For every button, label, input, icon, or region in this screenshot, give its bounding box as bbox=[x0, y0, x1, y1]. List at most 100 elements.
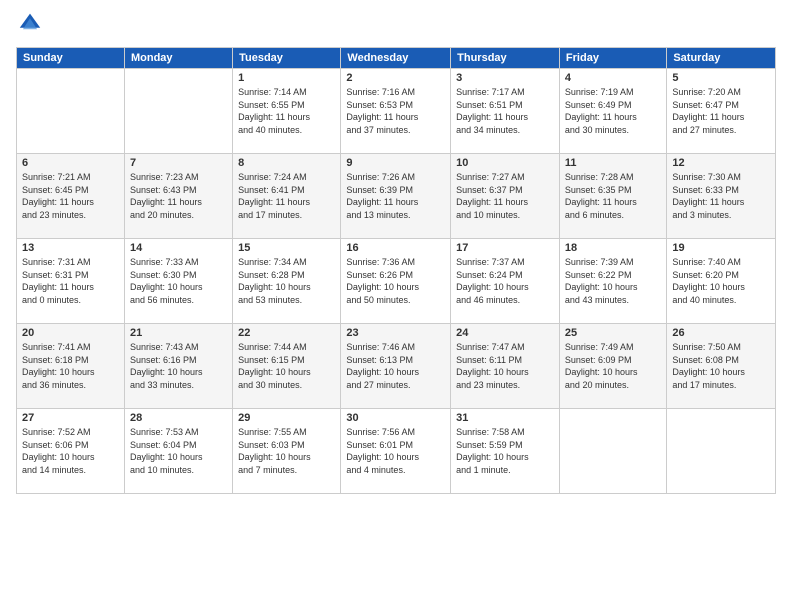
day-number: 11 bbox=[565, 157, 661, 169]
day-info: Sunrise: 7:52 AM Sunset: 6:06 PM Dayligh… bbox=[22, 426, 119, 476]
weekday-header-sunday: Sunday bbox=[17, 48, 125, 69]
calendar-row-0: 1 Sunrise: 7:14 AM Sunset: 6:55 PM Daylig… bbox=[17, 69, 776, 154]
day-info: Sunrise: 7:28 AM Sunset: 6:35 PM Dayligh… bbox=[565, 171, 661, 221]
day-info: Sunrise: 7:56 AM Sunset: 6:01 PM Dayligh… bbox=[346, 426, 445, 476]
calendar-cell: 4 Sunrise: 7:19 AM Sunset: 6:49 PM Daylig… bbox=[559, 69, 666, 154]
day-info: Sunrise: 7:16 AM Sunset: 6:53 PM Dayligh… bbox=[346, 86, 445, 136]
day-info: Sunrise: 7:41 AM Sunset: 6:18 PM Dayligh… bbox=[22, 341, 119, 391]
day-number: 16 bbox=[346, 242, 445, 254]
day-number: 25 bbox=[565, 327, 661, 339]
day-number: 10 bbox=[456, 157, 554, 169]
calendar-cell: 8 Sunrise: 7:24 AM Sunset: 6:41 PM Daylig… bbox=[233, 154, 341, 239]
calendar-cell: 15 Sunrise: 7:34 AM Sunset: 6:28 PM Dayli… bbox=[233, 239, 341, 324]
logo-icon bbox=[18, 12, 42, 34]
day-number: 31 bbox=[456, 412, 554, 424]
calendar-cell: 2 Sunrise: 7:16 AM Sunset: 6:53 PM Daylig… bbox=[341, 69, 451, 154]
calendar-cell bbox=[17, 69, 125, 154]
weekday-header-friday: Friday bbox=[559, 48, 666, 69]
calendar-cell bbox=[667, 409, 776, 494]
day-number: 6 bbox=[22, 157, 119, 169]
day-info: Sunrise: 7:27 AM Sunset: 6:37 PM Dayligh… bbox=[456, 171, 554, 221]
day-info: Sunrise: 7:49 AM Sunset: 6:09 PM Dayligh… bbox=[565, 341, 661, 391]
weekday-header-monday: Monday bbox=[124, 48, 232, 69]
calendar-cell: 6Sunrise: 7:21 AM Sunset: 6:45 PM Daylig… bbox=[17, 154, 125, 239]
calendar-cell: 11 Sunrise: 7:28 AM Sunset: 6:35 PM Dayli… bbox=[559, 154, 666, 239]
day-number: 24 bbox=[456, 327, 554, 339]
day-info: Sunrise: 7:14 AM Sunset: 6:55 PM Dayligh… bbox=[238, 86, 335, 136]
header bbox=[16, 12, 776, 39]
day-number: 14 bbox=[130, 242, 227, 254]
calendar-cell: 9 Sunrise: 7:26 AM Sunset: 6:39 PM Daylig… bbox=[341, 154, 451, 239]
day-number: 1 bbox=[238, 72, 335, 84]
calendar-cell: 26Sunrise: 7:50 AM Sunset: 6:08 PM Dayli… bbox=[667, 324, 776, 409]
calendar-cell: 28Sunrise: 7:53 AM Sunset: 6:04 PM Dayli… bbox=[124, 409, 232, 494]
day-info: Sunrise: 7:36 AM Sunset: 6:26 PM Dayligh… bbox=[346, 256, 445, 306]
day-info: Sunrise: 7:34 AM Sunset: 6:28 PM Dayligh… bbox=[238, 256, 335, 306]
day-number: 29 bbox=[238, 412, 335, 424]
day-number: 26 bbox=[672, 327, 770, 339]
weekday-header-thursday: Thursday bbox=[451, 48, 560, 69]
logo bbox=[16, 12, 44, 39]
calendar-cell: 19 Sunrise: 7:40 AM Sunset: 6:20 PM Dayli… bbox=[667, 239, 776, 324]
calendar-cell: 13 Sunrise: 7:31 AM Sunset: 6:31 PM Dayli… bbox=[17, 239, 125, 324]
day-info: Sunrise: 7:47 AM Sunset: 6:11 PM Dayligh… bbox=[456, 341, 554, 391]
calendar-cell: 7Sunrise: 7:23 AM Sunset: 6:43 PM Daylig… bbox=[124, 154, 232, 239]
calendar-row-3: 20 Sunrise: 7:41 AM Sunset: 6:18 PM Dayli… bbox=[17, 324, 776, 409]
calendar-cell: 10 Sunrise: 7:27 AM Sunset: 6:37 PM Dayli… bbox=[451, 154, 560, 239]
calendar-row-4: 27 Sunrise: 7:52 AM Sunset: 6:06 PM Dayli… bbox=[17, 409, 776, 494]
calendar-cell: 14 Sunrise: 7:33 AM Sunset: 6:30 PM Dayli… bbox=[124, 239, 232, 324]
day-number: 12 bbox=[672, 157, 770, 169]
weekday-header-row: SundayMondayTuesdayWednesdayThursdayFrid… bbox=[17, 48, 776, 69]
calendar-cell: 31 Sunrise: 7:58 AM Sunset: 5:59 PM Dayli… bbox=[451, 409, 560, 494]
calendar-table: SundayMondayTuesdayWednesdayThursdayFrid… bbox=[16, 47, 776, 494]
day-number: 17 bbox=[456, 242, 554, 254]
day-info: Sunrise: 7:55 AM Sunset: 6:03 PM Dayligh… bbox=[238, 426, 335, 476]
calendar-row-1: 6Sunrise: 7:21 AM Sunset: 6:45 PM Daylig… bbox=[17, 154, 776, 239]
day-number: 15 bbox=[238, 242, 335, 254]
day-info: Sunrise: 7:30 AM Sunset: 6:33 PM Dayligh… bbox=[672, 171, 770, 221]
calendar-cell: 23 Sunrise: 7:46 AM Sunset: 6:13 PM Dayli… bbox=[341, 324, 451, 409]
calendar-cell: 17 Sunrise: 7:37 AM Sunset: 6:24 PM Dayli… bbox=[451, 239, 560, 324]
calendar-cell: 27 Sunrise: 7:52 AM Sunset: 6:06 PM Dayli… bbox=[17, 409, 125, 494]
day-info: Sunrise: 7:46 AM Sunset: 6:13 PM Dayligh… bbox=[346, 341, 445, 391]
day-info: Sunrise: 7:58 AM Sunset: 5:59 PM Dayligh… bbox=[456, 426, 554, 476]
day-info: Sunrise: 7:39 AM Sunset: 6:22 PM Dayligh… bbox=[565, 256, 661, 306]
calendar-cell: 18 Sunrise: 7:39 AM Sunset: 6:22 PM Dayli… bbox=[559, 239, 666, 324]
day-info: Sunrise: 7:31 AM Sunset: 6:31 PM Dayligh… bbox=[22, 256, 119, 306]
day-number: 5 bbox=[672, 72, 770, 84]
day-number: 13 bbox=[22, 242, 119, 254]
day-number: 20 bbox=[22, 327, 119, 339]
calendar-cell: 24 Sunrise: 7:47 AM Sunset: 6:11 PM Dayli… bbox=[451, 324, 560, 409]
day-number: 22 bbox=[238, 327, 335, 339]
day-number: 9 bbox=[346, 157, 445, 169]
day-info: Sunrise: 7:19 AM Sunset: 6:49 PM Dayligh… bbox=[565, 86, 661, 136]
day-number: 30 bbox=[346, 412, 445, 424]
calendar-cell: 12 Sunrise: 7:30 AM Sunset: 6:33 PM Dayli… bbox=[667, 154, 776, 239]
day-info: Sunrise: 7:33 AM Sunset: 6:30 PM Dayligh… bbox=[130, 256, 227, 306]
calendar-cell: 29 Sunrise: 7:55 AM Sunset: 6:03 PM Dayli… bbox=[233, 409, 341, 494]
day-info: Sunrise: 7:40 AM Sunset: 6:20 PM Dayligh… bbox=[672, 256, 770, 306]
day-info: Sunrise: 7:17 AM Sunset: 6:51 PM Dayligh… bbox=[456, 86, 554, 136]
day-number: 21 bbox=[130, 327, 227, 339]
day-number: 27 bbox=[22, 412, 119, 424]
day-number: 2 bbox=[346, 72, 445, 84]
day-info: Sunrise: 7:37 AM Sunset: 6:24 PM Dayligh… bbox=[456, 256, 554, 306]
day-number: 19 bbox=[672, 242, 770, 254]
weekday-header-wednesday: Wednesday bbox=[341, 48, 451, 69]
calendar-cell: 3Sunrise: 7:17 AM Sunset: 6:51 PM Daylig… bbox=[451, 69, 560, 154]
day-number: 4 bbox=[565, 72, 661, 84]
day-info: Sunrise: 7:24 AM Sunset: 6:41 PM Dayligh… bbox=[238, 171, 335, 221]
day-number: 8 bbox=[238, 157, 335, 169]
calendar-cell bbox=[559, 409, 666, 494]
weekday-header-saturday: Saturday bbox=[667, 48, 776, 69]
day-number: 23 bbox=[346, 327, 445, 339]
calendar-row-2: 13 Sunrise: 7:31 AM Sunset: 6:31 PM Dayli… bbox=[17, 239, 776, 324]
day-info: Sunrise: 7:44 AM Sunset: 6:15 PM Dayligh… bbox=[238, 341, 335, 391]
calendar-cell: 5Sunrise: 7:20 AM Sunset: 6:47 PM Daylig… bbox=[667, 69, 776, 154]
calendar-cell: 16 Sunrise: 7:36 AM Sunset: 6:26 PM Dayli… bbox=[341, 239, 451, 324]
calendar-cell bbox=[124, 69, 232, 154]
day-number: 18 bbox=[565, 242, 661, 254]
calendar-cell: 1 Sunrise: 7:14 AM Sunset: 6:55 PM Daylig… bbox=[233, 69, 341, 154]
day-info: Sunrise: 7:26 AM Sunset: 6:39 PM Dayligh… bbox=[346, 171, 445, 221]
day-info: Sunrise: 7:23 AM Sunset: 6:43 PM Dayligh… bbox=[130, 171, 227, 221]
